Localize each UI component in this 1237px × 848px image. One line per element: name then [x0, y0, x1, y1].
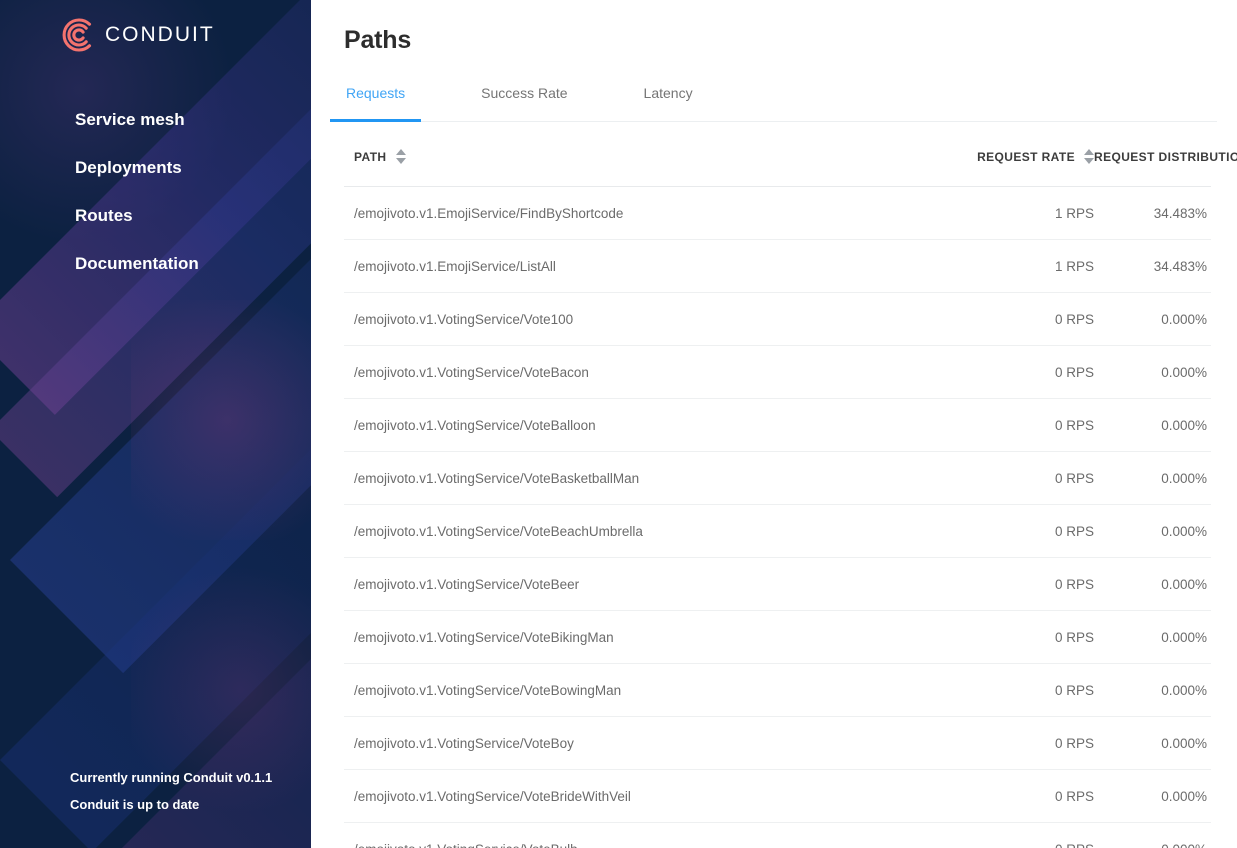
cell-request-distribution: 0.000%: [1094, 664, 1211, 717]
tab-label: Latency: [644, 85, 693, 101]
sidebar-item-label: Documentation: [75, 254, 199, 273]
sort-updown-icon[interactable]: [1084, 149, 1094, 164]
sidebar-item-label: Service mesh: [75, 110, 185, 129]
cell-request-distribution: 34.483%: [1094, 240, 1211, 293]
conduit-c-logo-icon: [60, 18, 94, 52]
table-row[interactable]: /emojivoto.v1.VotingService/Vote1000 RPS…: [344, 293, 1211, 346]
cell-path: /emojivoto.v1.VotingService/VoteBeer: [344, 558, 864, 611]
cell-path: /emojivoto.v1.VotingService/VoteBowingMa…: [344, 664, 864, 717]
cell-request-rate: 0 RPS: [864, 558, 1094, 611]
cell-request-distribution: 0.000%: [1094, 452, 1211, 505]
tab-label: Success Rate: [481, 85, 567, 101]
column-header-label: REQUEST DISTRIBUTION: [1094, 150, 1237, 164]
cell-request-distribution: 0.000%: [1094, 558, 1211, 611]
cell-request-rate: 0 RPS: [864, 717, 1094, 770]
cell-request-rate: 0 RPS: [864, 399, 1094, 452]
table-row[interactable]: /emojivoto.v1.VotingService/VoteBoy0 RPS…: [344, 717, 1211, 770]
cell-path: /emojivoto.v1.VotingService/VoteBulb: [344, 823, 864, 848]
table-row[interactable]: /emojivoto.v1.EmojiService/FindByShortco…: [344, 187, 1211, 240]
cell-request-distribution: 0.000%: [1094, 293, 1211, 346]
column-header-label: REQUEST RATE: [977, 150, 1075, 164]
cell-request-distribution: 0.000%: [1094, 717, 1211, 770]
cell-request-distribution: 0.000%: [1094, 399, 1211, 452]
sidebar-footer: Currently running Conduit v0.1.1 Conduit…: [0, 764, 311, 848]
sidebar-item-service-mesh[interactable]: Service mesh: [0, 96, 311, 144]
cell-request-rate: 1 RPS: [864, 187, 1094, 240]
cell-request-distribution: 0.000%: [1094, 823, 1211, 848]
tab-latency[interactable]: Latency: [628, 85, 709, 122]
cell-path: /emojivoto.v1.VotingService/VoteBasketba…: [344, 452, 864, 505]
main-content: Paths Requests Success Rate Latency PATH: [311, 0, 1237, 848]
table-head: PATH REQUEST RATE REQU: [344, 122, 1211, 187]
cell-path: /emojivoto.v1.EmojiService/FindByShortco…: [344, 187, 864, 240]
sidebar-item-documentation[interactable]: Documentation: [0, 240, 311, 288]
column-header-request-distribution[interactable]: REQUEST DISTRIBUTION: [1094, 122, 1211, 187]
table-body: /emojivoto.v1.EmojiService/FindByShortco…: [344, 187, 1211, 848]
table-row[interactable]: /emojivoto.v1.VotingService/VoteBalloon0…: [344, 399, 1211, 452]
table-row[interactable]: /emojivoto.v1.VotingService/VoteBasketba…: [344, 452, 1211, 505]
tab-requests[interactable]: Requests: [330, 85, 421, 122]
cell-path: /emojivoto.v1.EmojiService/ListAll: [344, 240, 864, 293]
version-text: Currently running Conduit v0.1.1: [70, 764, 311, 791]
table-row[interactable]: /emojivoto.v1.EmojiService/ListAll1 RPS3…: [344, 240, 1211, 293]
cell-path: /emojivoto.v1.VotingService/Vote100: [344, 293, 864, 346]
cell-path: /emojivoto.v1.VotingService/VoteBalloon: [344, 399, 864, 452]
table-row[interactable]: /emojivoto.v1.VotingService/VoteBacon0 R…: [344, 346, 1211, 399]
sidebar-item-label: Routes: [75, 206, 133, 225]
cell-request-distribution: 0.000%: [1094, 346, 1211, 399]
page-title: Paths: [311, 0, 1217, 55]
table-row[interactable]: /emojivoto.v1.VotingService/VoteBulb0 RP…: [344, 823, 1211, 848]
update-status-text: Conduit is up to date: [70, 791, 311, 818]
cell-path: /emojivoto.v1.VotingService/VoteBeachUmb…: [344, 505, 864, 558]
table-row[interactable]: /emojivoto.v1.VotingService/VoteBikingMa…: [344, 611, 1211, 664]
cell-request-rate: 0 RPS: [864, 346, 1094, 399]
sidebar-nav: Service mesh Deployments Routes Document…: [0, 96, 311, 288]
brand-name: CONDUIT: [105, 23, 215, 47]
cell-request-rate: 1 RPS: [864, 240, 1094, 293]
cell-request-distribution: 34.483%: [1094, 187, 1211, 240]
cell-path: /emojivoto.v1.VotingService/VoteBoy: [344, 717, 864, 770]
table-row[interactable]: /emojivoto.v1.VotingService/VoteBeer0 RP…: [344, 558, 1211, 611]
cell-request-rate: 0 RPS: [864, 611, 1094, 664]
sidebar: CONDUIT Service mesh Deployments Routes …: [0, 0, 311, 848]
column-header-path[interactable]: PATH: [344, 122, 864, 187]
sidebar-item-routes[interactable]: Routes: [0, 192, 311, 240]
sidebar-item-deployments[interactable]: Deployments: [0, 144, 311, 192]
cell-request-rate: 0 RPS: [864, 452, 1094, 505]
tab-label: Requests: [346, 85, 405, 101]
cell-request-rate: 0 RPS: [864, 664, 1094, 717]
brand-logo[interactable]: CONDUIT: [0, 0, 311, 52]
cell-request-rate: 0 RPS: [864, 770, 1094, 823]
sort-updown-icon[interactable]: [396, 149, 406, 164]
cell-path: /emojivoto.v1.VotingService/VoteBrideWit…: [344, 770, 864, 823]
column-header-request-rate[interactable]: REQUEST RATE: [864, 122, 1094, 187]
paths-table: PATH REQUEST RATE REQU: [344, 122, 1211, 848]
cell-request-distribution: 0.000%: [1094, 770, 1211, 823]
table-row[interactable]: /emojivoto.v1.VotingService/VoteBowingMa…: [344, 664, 1211, 717]
column-header-label: PATH: [354, 150, 387, 164]
cell-path: /emojivoto.v1.VotingService/VoteBikingMa…: [344, 611, 864, 664]
table-row[interactable]: /emojivoto.v1.VotingService/VoteBeachUmb…: [344, 505, 1211, 558]
cell-request-distribution: 0.000%: [1094, 505, 1211, 558]
app-root: CONDUIT Service mesh Deployments Routes …: [0, 0, 1237, 848]
paths-table-container: PATH REQUEST RATE REQU: [344, 122, 1217, 848]
table-row[interactable]: /emojivoto.v1.VotingService/VoteBrideWit…: [344, 770, 1211, 823]
cell-request-distribution: 0.000%: [1094, 611, 1211, 664]
cell-request-rate: 0 RPS: [864, 293, 1094, 346]
tab-bar: Requests Success Rate Latency: [344, 84, 1217, 122]
cell-path: /emojivoto.v1.VotingService/VoteBacon: [344, 346, 864, 399]
cell-request-rate: 0 RPS: [864, 823, 1094, 848]
tab-success-rate[interactable]: Success Rate: [465, 85, 583, 122]
cell-request-rate: 0 RPS: [864, 505, 1094, 558]
sidebar-item-label: Deployments: [75, 158, 182, 177]
table-header-row: PATH REQUEST RATE REQU: [344, 122, 1211, 187]
